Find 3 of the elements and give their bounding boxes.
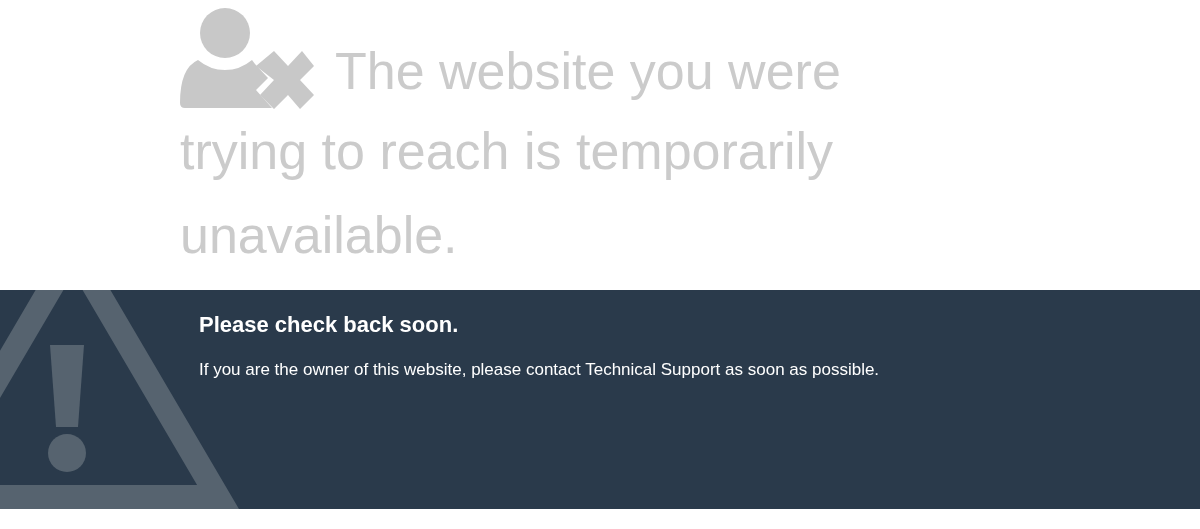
notice-message: If you are the owner of this website, please contact Technical Support as soon as possible. — [199, 359, 881, 382]
notice-title: Please check back soon. — [199, 312, 460, 339]
user-remove-icon — [180, 8, 315, 109]
